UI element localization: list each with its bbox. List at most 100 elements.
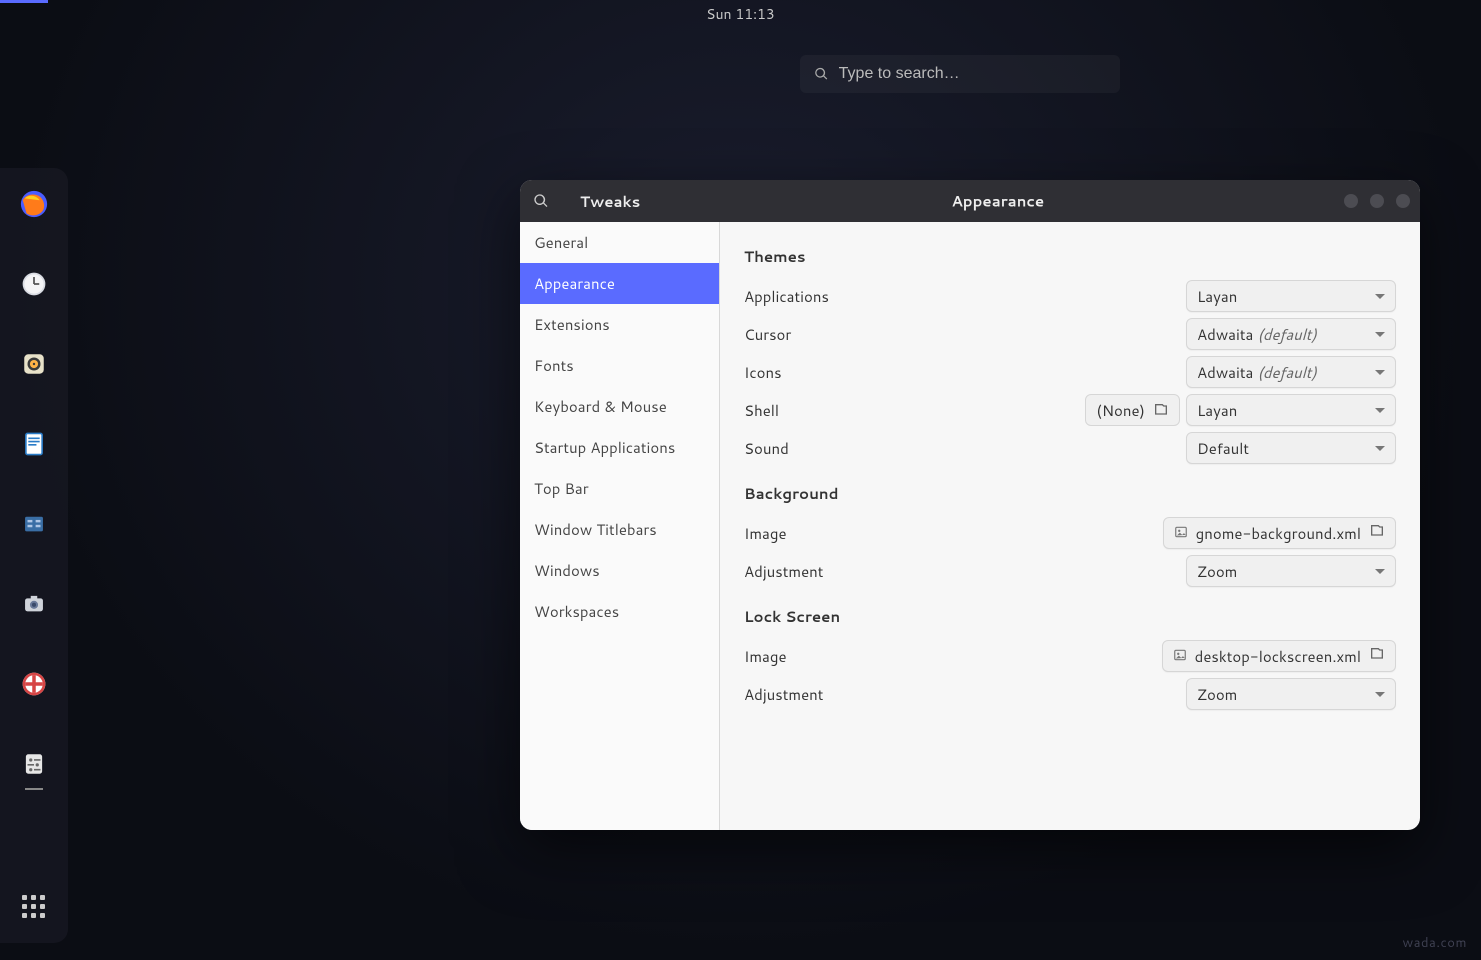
- row-bg-image: Image gnome-background.xml: [744, 514, 1396, 552]
- label-cursor: Cursor: [744, 324, 791, 345]
- watermark: wada.com: [1403, 934, 1467, 952]
- file-ls-image-value: desktop-lockscreen.xml: [1195, 646, 1361, 667]
- sidebar-item-keyboard-mouse[interactable]: Keyboard & Mouse: [520, 386, 719, 427]
- titlebar-search-button[interactable]: [520, 180, 562, 222]
- sidebar-item-top-bar[interactable]: Top Bar: [520, 468, 719, 509]
- search-icon: [814, 66, 829, 82]
- activities-indicator: [0, 0, 48, 3]
- image-icon: [1174, 523, 1188, 544]
- combo-ls-adjustment[interactable]: Zoom: [1186, 678, 1396, 710]
- section-background-title: Background: [744, 483, 1396, 504]
- combo-applications[interactable]: Layan: [1186, 280, 1396, 312]
- shell-file-label: (None): [1096, 400, 1145, 421]
- label-shell: Shell: [744, 400, 779, 421]
- combo-applications-value: Layan: [1197, 286, 1237, 307]
- music-icon: [21, 351, 47, 377]
- sidebar-item-fonts[interactable]: Fonts: [520, 345, 719, 386]
- sidebar-item-extensions[interactable]: Extensions: [520, 304, 719, 345]
- dock-firefox[interactable]: [18, 188, 50, 220]
- window-minimize-button[interactable]: [1344, 194, 1358, 208]
- combo-cursor-value: Adwaita: [1197, 324, 1253, 345]
- sidebar-item-startup-applications[interactable]: Startup Applications: [520, 427, 719, 468]
- row-sound: Sound Default: [744, 429, 1396, 467]
- tweaks-icon: [21, 751, 47, 777]
- sidebar-item-window-titlebars[interactable]: Window Titlebars: [520, 509, 719, 550]
- window-maximize-button[interactable]: [1370, 194, 1384, 208]
- row-ls-image: Image desktop-lockscreen.xml: [744, 637, 1396, 675]
- label-icons: Icons: [744, 362, 782, 383]
- label-ls-adjustment: Adjustment: [744, 684, 823, 705]
- combo-cursor-default: (default): [1257, 324, 1316, 345]
- content-pane: Themes Applications Layan Cursor Adwaita…: [720, 222, 1420, 830]
- combo-sound[interactable]: Default: [1186, 432, 1396, 464]
- search-input[interactable]: [839, 65, 1106, 83]
- page-title: Appearance: [951, 191, 1044, 212]
- combo-icons[interactable]: Adwaita (default): [1186, 356, 1396, 388]
- file-bg-image-value: gnome-background.xml: [1196, 523, 1361, 544]
- file-ls-image[interactable]: desktop-lockscreen.xml: [1162, 640, 1396, 672]
- sidebar: General Appearance Extensions Fonts Keyb…: [520, 222, 720, 830]
- apps-grid-icon: [22, 895, 46, 919]
- shell-file-button[interactable]: (None): [1085, 394, 1180, 426]
- sidebar-item-windows[interactable]: Windows: [520, 550, 719, 591]
- combo-shell[interactable]: Layan: [1186, 394, 1396, 426]
- search-icon: [533, 193, 549, 209]
- label-ls-image: Image: [744, 646, 787, 667]
- row-cursor: Cursor Adwaita (default): [744, 315, 1396, 353]
- row-applications: Applications Layan: [744, 277, 1396, 315]
- combo-ls-adjustment-value: Zoom: [1197, 684, 1237, 705]
- combo-icons-default: (default): [1257, 362, 1316, 383]
- open-icon: [1153, 402, 1169, 418]
- firefox-icon: [19, 189, 49, 219]
- titlebar[interactable]: Tweaks Appearance: [520, 180, 1420, 222]
- dock-writer[interactable]: [18, 428, 50, 460]
- clock-label: Sun 11:13: [706, 4, 775, 24]
- files-icon: [21, 511, 47, 537]
- combo-bg-adjustment[interactable]: Zoom: [1186, 555, 1396, 587]
- file-bg-image[interactable]: gnome-background.xml: [1163, 517, 1396, 549]
- writer-icon: [21, 431, 47, 457]
- row-icons: Icons Adwaita (default): [744, 353, 1396, 391]
- combo-cursor[interactable]: Adwaita (default): [1186, 318, 1396, 350]
- dock-music[interactable]: [18, 348, 50, 380]
- label-applications: Applications: [744, 286, 829, 307]
- chevron-down-icon: [1375, 294, 1385, 299]
- chevron-down-icon: [1375, 446, 1385, 451]
- screenshot-icon: [21, 591, 47, 617]
- row-shell: Shell (None) Layan: [744, 391, 1396, 429]
- clock-icon: [20, 270, 48, 298]
- dock-screenshot[interactable]: [18, 588, 50, 620]
- topbar: Sun 11:13: [0, 0, 1481, 28]
- combo-bg-adjustment-value: Zoom: [1197, 561, 1237, 582]
- dock-apps-grid[interactable]: [18, 891, 50, 923]
- app-title: Tweaks: [580, 191, 640, 212]
- sidebar-item-workspaces[interactable]: Workspaces: [520, 591, 719, 632]
- window-close-button[interactable]: [1396, 194, 1410, 208]
- overview-search[interactable]: [800, 55, 1120, 93]
- open-icon: [1369, 523, 1385, 544]
- dock: [0, 168, 68, 943]
- dock-help[interactable]: [18, 668, 50, 700]
- combo-icons-value: Adwaita: [1197, 362, 1253, 383]
- chevron-down-icon: [1375, 370, 1385, 375]
- dock-clock[interactable]: [18, 268, 50, 300]
- chevron-down-icon: [1375, 569, 1385, 574]
- image-icon: [1173, 646, 1187, 667]
- dock-tweaks[interactable]: [18, 748, 50, 780]
- help-icon: [20, 670, 48, 698]
- tweaks-window: Tweaks Appearance General Appearance Ext…: [520, 180, 1420, 830]
- combo-sound-value: Default: [1197, 438, 1249, 459]
- chevron-down-icon: [1375, 692, 1385, 697]
- label-bg-image: Image: [744, 523, 787, 544]
- sidebar-item-general[interactable]: General: [520, 222, 719, 263]
- label-sound: Sound: [744, 438, 789, 459]
- combo-shell-value: Layan: [1197, 400, 1237, 421]
- label-bg-adjustment: Adjustment: [744, 561, 823, 582]
- section-lockscreen-title: Lock Screen: [744, 606, 1396, 627]
- row-ls-adjustment: Adjustment Zoom: [744, 675, 1396, 713]
- dock-files[interactable]: [18, 508, 50, 540]
- section-themes-title: Themes: [744, 246, 1396, 267]
- chevron-down-icon: [1375, 332, 1385, 337]
- row-bg-adjustment: Adjustment Zoom: [744, 552, 1396, 590]
- sidebar-item-appearance[interactable]: Appearance: [520, 263, 719, 304]
